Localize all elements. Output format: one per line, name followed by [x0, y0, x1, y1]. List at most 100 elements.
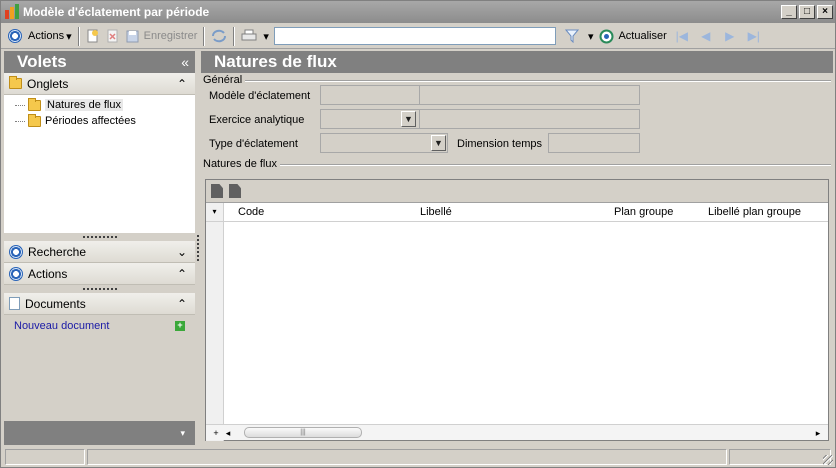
model-label: Modèle d'éclatement: [209, 90, 311, 102]
type-select[interactable]: [320, 133, 448, 153]
tree-item-natures-de-flux[interactable]: Natures de flux: [4, 97, 195, 113]
delete-icon[interactable]: [103, 26, 123, 47]
tree-item-label: Périodes affectées: [45, 115, 136, 127]
app-icon: [4, 4, 20, 20]
tree-item-periodes-affectees[interactable]: Périodes affectées: [4, 113, 195, 129]
toolbar-separator: [233, 26, 236, 46]
row-selector-icon[interactable]: ▾: [206, 203, 224, 221]
double-chevron-down-icon[interactable]: ▼: [401, 111, 416, 127]
divider: [278, 164, 831, 166]
plus-icon[interactable]: +: [175, 321, 185, 331]
documents-section-header[interactable]: Documents ⌃: [4, 293, 195, 315]
flux-group-label: Natures de flux: [203, 158, 280, 170]
tabs-section-header[interactable]: Onglets ⌃: [4, 73, 195, 95]
last-record-icon[interactable]: ▶|: [747, 29, 761, 43]
chevron-down-icon: ▾: [66, 30, 72, 43]
chevron-up-icon[interactable]: ⌃: [177, 297, 187, 311]
column-header-plan-groupe[interactable]: Plan groupe: [614, 206, 673, 218]
collapse-panel-icon[interactable]: «: [181, 54, 189, 70]
sync-icon[interactable]: [208, 26, 230, 47]
grid-header: ▾ Code Libellé Plan groupe Libellé plan …: [206, 203, 828, 222]
documents-section-title: Documents: [25, 296, 86, 311]
scroll-right-icon[interactable]: ▸: [812, 426, 824, 440]
save-label: Enregistrer: [143, 30, 198, 42]
chevron-up-icon[interactable]: ⌃: [177, 267, 187, 281]
search-section-icon: [9, 244, 23, 259]
actions-icon[interactable]: [5, 26, 25, 47]
column-header-code[interactable]: Code: [238, 206, 264, 218]
tree-item-label: Natures de flux: [45, 99, 123, 111]
minimize-button[interactable]: _: [781, 5, 797, 19]
page-title: Natures de flux: [201, 51, 833, 73]
new-document-label[interactable]: Nouveau document: [14, 320, 109, 332]
next-record-icon[interactable]: ▶: [723, 29, 737, 43]
toolbar-separator: [77, 26, 80, 46]
refresh-button[interactable]: Actualiser: [596, 26, 669, 47]
side-panel-footer: ▾: [4, 421, 195, 445]
maximize-button[interactable]: □: [799, 5, 815, 19]
main-content: Natures de flux Général Modèle d'éclatem…: [201, 51, 833, 445]
actions-section-header[interactable]: Actions ⌃: [4, 263, 195, 285]
title-bar[interactable]: Modèle d'éclatement par période _ □ ×: [1, 1, 835, 23]
status-bar: [1, 447, 835, 467]
window-resize-grip[interactable]: [823, 455, 833, 465]
search-section-title: Recherche: [28, 244, 87, 259]
column-header-libelle[interactable]: Libellé: [420, 206, 452, 218]
chevron-down-icon: ▾: [263, 30, 269, 43]
horizontal-scrollbar[interactable]: + ◂ ||| ▸: [206, 424, 828, 440]
grid-new-row-icon[interactable]: [211, 184, 223, 198]
chevron-down-icon[interactable]: ▼: [431, 135, 446, 151]
status-cell: [5, 449, 85, 465]
application-window: Modèle d'éclatement par période _ □ × Ac…: [0, 0, 836, 468]
folder-icon: [9, 76, 22, 89]
add-row-icon[interactable]: +: [210, 426, 222, 440]
resize-grip[interactable]: [4, 285, 195, 293]
actions-menu-label: Actions: [28, 30, 65, 42]
new-document-icon[interactable]: [83, 26, 103, 47]
side-panel-header: Volets «: [4, 51, 195, 73]
chevron-down-icon: ▾: [587, 30, 594, 43]
general-group-label: Général: [203, 74, 246, 86]
toolbar-separator: [203, 26, 206, 46]
document-icon: [9, 297, 20, 310]
new-document-link[interactable]: Nouveau document +: [4, 315, 195, 337]
exercise-name-field[interactable]: [419, 109, 640, 129]
status-cell: [87, 449, 727, 465]
previous-record-icon[interactable]: ◀: [699, 29, 713, 43]
search-section-header[interactable]: Recherche ⌄: [4, 241, 195, 263]
print-button[interactable]: ▾: [238, 26, 272, 47]
chevron-up-icon[interactable]: ⌃: [177, 77, 187, 91]
scroll-thumb[interactable]: |||: [244, 427, 362, 438]
search-input[interactable]: [273, 27, 556, 45]
row-indicator-column: [206, 222, 224, 441]
actions-menu-button[interactable]: Actions ▾: [25, 26, 75, 47]
actions-section-title: Actions: [28, 266, 68, 281]
exercise-label: Exercice analytique: [209, 114, 305, 126]
window-title: Modèle d'éclatement par période: [23, 5, 210, 19]
grid-edit-row-icon[interactable]: [229, 184, 241, 198]
close-button[interactable]: ×: [817, 5, 833, 19]
dimension-field[interactable]: [548, 133, 640, 153]
refresh-icon: [599, 29, 614, 43]
tabs-section-title: Onglets: [27, 76, 69, 91]
dimension-label: Dimension temps: [457, 138, 542, 150]
grid-toolbar: [206, 180, 828, 203]
flux-grid: ▾ Code Libellé Plan groupe Libellé plan …: [205, 179, 829, 441]
status-cell: [729, 449, 831, 465]
chevron-down-icon[interactable]: ▾: [180, 428, 185, 439]
resize-grip[interactable]: [4, 233, 195, 241]
scroll-left-icon[interactable]: ◂: [222, 426, 234, 440]
side-panel: Volets « Onglets ⌃ Natures de flux Pério…: [4, 51, 195, 445]
column-header-libelle-plan-groupe[interactable]: Libellé plan groupe: [708, 206, 801, 218]
filter-icon: [564, 29, 579, 43]
folder-icon: [28, 113, 41, 127]
divider: [245, 80, 831, 82]
type-label: Type d'éclatement: [209, 138, 298, 150]
chevron-down-icon[interactable]: ⌄: [177, 245, 187, 259]
model-code-field[interactable]: [320, 85, 420, 105]
first-record-icon[interactable]: |◀: [675, 29, 689, 43]
save-button[interactable]: Enregistrer: [123, 26, 201, 47]
refresh-label: Actualiser: [618, 30, 667, 42]
model-name-field[interactable]: [419, 85, 640, 105]
filter-button[interactable]: ▾: [562, 26, 597, 47]
